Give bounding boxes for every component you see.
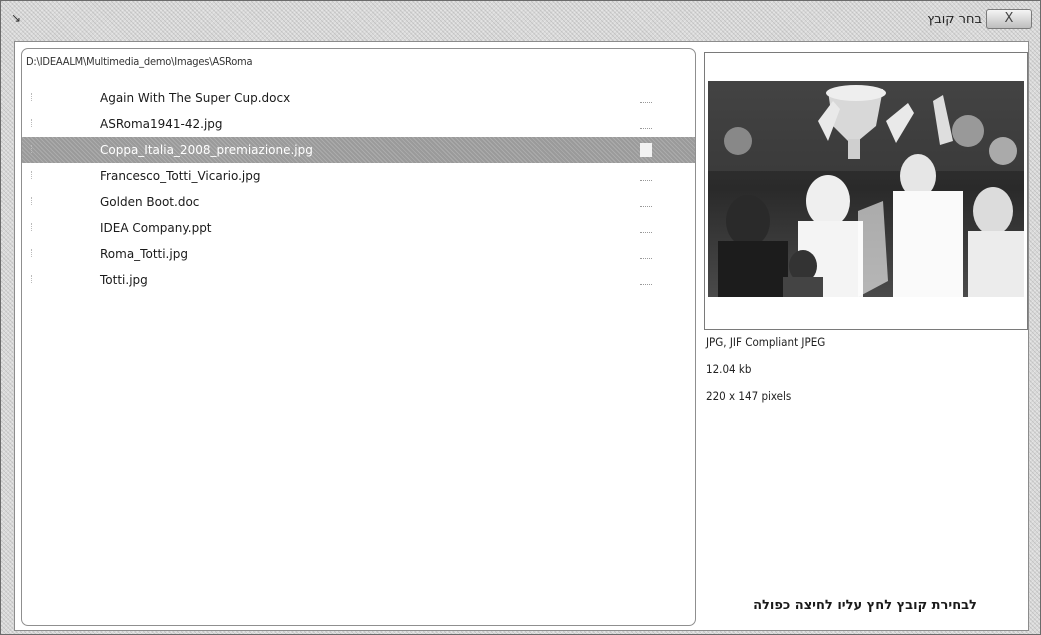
file-row[interactable]: Coppa_Italia_2008_premiazione.jpg bbox=[22, 137, 695, 163]
preview-image bbox=[708, 81, 1024, 297]
window-title: בחר קובץ bbox=[927, 12, 982, 27]
double-click-hint: לבחירת קובץ לחץ עליו לחיצה כפולה bbox=[753, 598, 977, 613]
file-type-icon bbox=[640, 94, 652, 103]
file-picker-window: ↘ בחר קובץ X D:\IDEAALM\Multimedia_demo\… bbox=[0, 0, 1041, 635]
image-dimensions: 220 x 147 pixels bbox=[706, 389, 792, 403]
file-name: Coppa_Italia_2008_premiazione.jpg bbox=[100, 143, 313, 157]
file-size: 12.04 kb bbox=[706, 362, 752, 376]
dialog-body: D:\IDEAALM\Multimedia_demo\Images\ASRoma… bbox=[14, 41, 1029, 631]
file-row[interactable]: Again With The Super Cup.docx bbox=[22, 85, 695, 111]
row-marker bbox=[31, 197, 34, 205]
file-type-icon bbox=[640, 172, 652, 181]
file-type-icon bbox=[640, 198, 652, 207]
file-list: Again With The Super Cup.docx ASRoma1941-… bbox=[22, 85, 695, 293]
row-marker bbox=[31, 119, 34, 127]
file-name: Roma_Totti.jpg bbox=[100, 247, 188, 261]
file-name: Again With The Super Cup.docx bbox=[100, 91, 291, 105]
row-marker bbox=[31, 249, 34, 257]
file-row[interactable]: Roma_Totti.jpg bbox=[22, 241, 695, 267]
file-name: Francesco_Totti_Vicario.jpg bbox=[100, 169, 261, 183]
file-name: Totti.jpg bbox=[100, 273, 148, 287]
row-marker bbox=[31, 171, 34, 179]
close-button[interactable]: X bbox=[986, 9, 1032, 29]
file-row[interactable]: Totti.jpg bbox=[22, 267, 695, 293]
row-marker bbox=[31, 145, 34, 153]
file-type-icon bbox=[640, 143, 652, 157]
row-marker bbox=[31, 275, 34, 283]
file-name: Golden Boot.doc bbox=[100, 195, 200, 209]
file-name: ASRoma1941-42.jpg bbox=[100, 117, 223, 131]
file-name: IDEA Company.ppt bbox=[100, 221, 212, 235]
file-type-icon bbox=[640, 250, 652, 259]
current-path: D:\IDEAALM\Multimedia_demo\Images\ASRoma bbox=[26, 55, 253, 68]
file-row[interactable]: Francesco_Totti_Vicario.jpg bbox=[22, 163, 695, 189]
image-preview bbox=[704, 52, 1028, 330]
row-marker bbox=[31, 223, 34, 231]
file-list-panel: D:\IDEAALM\Multimedia_demo\Images\ASRoma… bbox=[21, 48, 696, 626]
file-row[interactable]: ASRoma1941-42.jpg bbox=[22, 111, 695, 137]
file-row[interactable]: Golden Boot.doc bbox=[22, 189, 695, 215]
file-format: JPG, JIF Compliant JPEG bbox=[706, 335, 826, 349]
file-type-icon bbox=[640, 276, 652, 285]
file-type-icon bbox=[640, 224, 652, 233]
file-row[interactable]: IDEA Company.ppt bbox=[22, 215, 695, 241]
title-bar[interactable]: ↘ בחר קובץ X bbox=[1, 1, 1040, 41]
preview-photo bbox=[708, 81, 1024, 297]
row-marker bbox=[31, 93, 34, 101]
file-type-icon bbox=[640, 120, 652, 129]
pin-icon[interactable]: ↘ bbox=[11, 11, 25, 25]
